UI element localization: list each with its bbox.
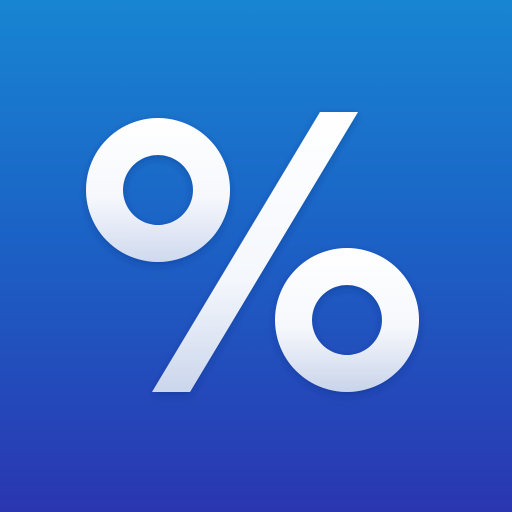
percent-upper-ring — [86, 118, 231, 262]
percent-lower-ring — [275, 248, 420, 392]
percent-icon — [86, 112, 420, 392]
app-icon: % — [0, 0, 512, 512]
